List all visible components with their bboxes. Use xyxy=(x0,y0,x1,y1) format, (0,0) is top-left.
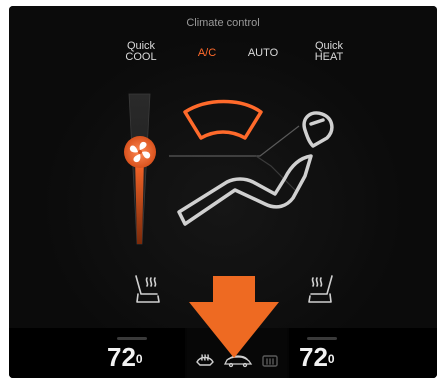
arrow-overlay xyxy=(189,276,279,358)
climate-screen: Climate control Quick COOL A/C AUTO Quic… xyxy=(9,6,437,378)
down-arrow-icon xyxy=(189,276,279,358)
